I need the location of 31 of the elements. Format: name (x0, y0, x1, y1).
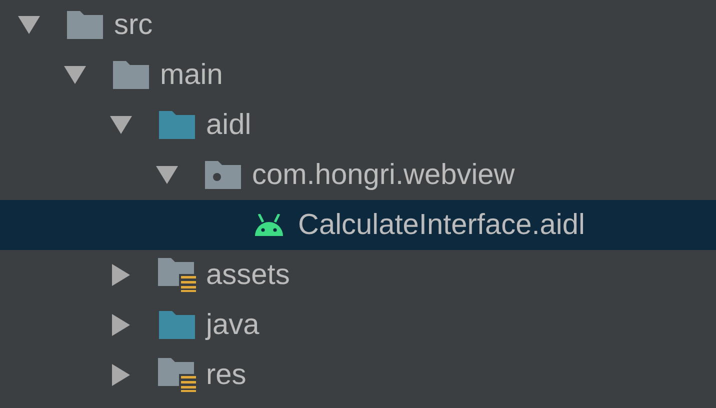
collapse-arrow-icon[interactable] (156, 166, 178, 184)
folder-icon (159, 111, 195, 139)
item-label: src (114, 8, 153, 42)
folder-icon (113, 61, 149, 89)
collapse-arrow-icon[interactable] (18, 16, 40, 34)
item-label: res (206, 358, 246, 392)
item-label: main (160, 58, 223, 92)
resource-folder-icon (158, 258, 196, 292)
android-icon (253, 214, 285, 236)
folder-icon (159, 311, 195, 339)
tree-item[interactable]: aidl (0, 100, 716, 150)
tree-item[interactable]: main (0, 50, 716, 100)
item-label: java (206, 308, 260, 342)
tree-item[interactable]: com.hongri.webview (0, 150, 716, 200)
tree-item[interactable]: src (0, 0, 716, 50)
tree-item[interactable]: assets (0, 250, 716, 300)
item-label: CalculateInterface.aidl (298, 208, 585, 242)
item-label: com.hongri.webview (252, 158, 515, 192)
package-folder-icon (205, 161, 241, 189)
item-label: aidl (206, 108, 252, 142)
expand-arrow-icon[interactable] (112, 314, 130, 336)
tree-item[interactable]: java (0, 300, 716, 350)
expand-arrow-icon[interactable] (112, 364, 130, 386)
tree-item[interactable]: res (0, 350, 716, 400)
tree-item[interactable]: CalculateInterface.aidl (0, 200, 716, 250)
collapse-arrow-icon[interactable] (64, 66, 86, 84)
collapse-arrow-icon[interactable] (110, 116, 132, 134)
resource-folder-icon (158, 358, 196, 392)
item-label: assets (206, 258, 290, 292)
expand-arrow-icon[interactable] (112, 264, 130, 286)
folder-icon (67, 11, 103, 39)
